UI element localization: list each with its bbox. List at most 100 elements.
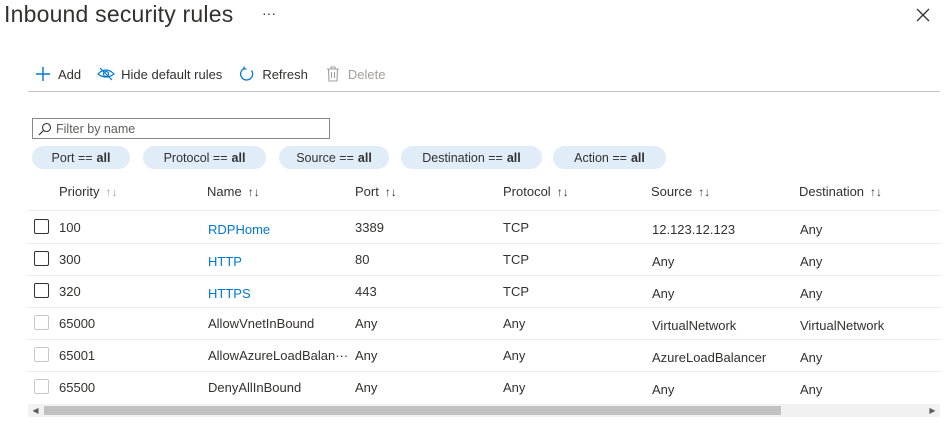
cell-name[interactable]: RDPHome (208, 222, 270, 237)
column-header-destination[interactable]: Destination ↑↓ (799, 184, 882, 199)
cell-port: 443 (355, 284, 377, 299)
sort-icon: ↑↓ (870, 184, 883, 199)
cell-protocol: Any (503, 348, 526, 363)
pill-port[interactable]: Port == all (32, 146, 130, 169)
pill-source-label: Source == (296, 150, 354, 165)
column-header-name[interactable]: Name ↑↓ (207, 184, 260, 199)
row-checkbox[interactable] (34, 251, 49, 266)
pill-action-value: all (630, 150, 645, 165)
column-header-port[interactable]: Port ↑↓ (355, 184, 397, 199)
column-header-port-label: Port (355, 184, 379, 199)
pill-protocol-value: all (231, 150, 246, 165)
delete-label: Delete (347, 66, 386, 82)
column-header-priority[interactable]: Priority ↑↓ (59, 184, 117, 199)
cell-protocol: TCP (503, 220, 529, 235)
cell-destination: Any (800, 350, 823, 365)
row-checkbox (34, 379, 49, 394)
cell-port: 3389 (355, 220, 384, 235)
cell-source: Any (652, 382, 675, 397)
pill-source[interactable]: Source == all (279, 146, 389, 169)
pill-action[interactable]: Action == all (553, 146, 666, 169)
row-checkbox (34, 347, 49, 362)
row-checkbox (34, 315, 49, 330)
add-button[interactable]: Add (34, 65, 81, 83)
refresh-button[interactable]: Refresh (238, 65, 308, 83)
pill-port-value: all (96, 150, 111, 165)
pill-protocol-label: Protocol == (163, 150, 228, 165)
scrollbar-thumb[interactable] (44, 406, 781, 415)
scroll-left-icon[interactable]: ◀ (31, 406, 40, 415)
cell-source: 12.123.12.123 (652, 222, 736, 237)
column-header-protocol-label: Protocol (503, 184, 551, 199)
row-divider (28, 339, 940, 340)
cell-destination: VirtualNetwork (800, 318, 885, 333)
sort-icon: ↑↓ (384, 184, 397, 199)
column-header-destination-label: Destination (799, 184, 865, 199)
row-checkbox[interactable] (34, 219, 49, 234)
cell-destination: Any (800, 382, 823, 397)
row-checkbox[interactable] (34, 283, 49, 298)
plus-icon (34, 65, 52, 83)
page-title: Inbound security rules (4, 1, 234, 27)
sort-icon: ↑↓ (247, 184, 260, 199)
cell-source: AzureLoadBalancer (652, 350, 767, 365)
scroll-right-icon[interactable]: ▶ (928, 406, 937, 415)
cell-protocol: Any (503, 316, 526, 331)
hide-default-rules-button[interactable]: Hide default rules (97, 65, 222, 83)
refresh-icon (238, 65, 256, 83)
pill-destination[interactable]: Destination == all (401, 146, 542, 169)
cell-destination: Any (800, 222, 823, 237)
cell-protocol: TCP (503, 252, 529, 267)
pill-protocol[interactable]: Protocol == all (143, 146, 266, 169)
cell-priority: 65500 (59, 380, 96, 395)
more-options-button[interactable]: ··· (262, 5, 276, 21)
cell-port: Any (355, 348, 378, 363)
delete-button[interactable]: Delete (324, 65, 386, 83)
eye-hide-icon (97, 65, 116, 83)
cell-protocol: TCP (503, 284, 529, 299)
cell-port: Any (355, 316, 378, 331)
cell-destination: Any (800, 286, 823, 301)
pill-source-value: all (357, 150, 372, 165)
cell-name: AllowAzureLoadBalan··· (208, 348, 349, 363)
column-header-source-label: Source (651, 184, 693, 199)
filter-box (32, 118, 330, 139)
row-divider (28, 371, 940, 372)
filter-by-name-input[interactable] (56, 121, 316, 136)
sort-icon: ↑↓ (105, 184, 118, 199)
row-divider (28, 275, 940, 276)
cell-name: AllowVnetInBound (208, 316, 315, 331)
pill-action-label: Action == (574, 150, 627, 165)
cell-port: Any (355, 380, 378, 395)
horizontal-scrollbar[interactable]: ◀ ▶ (28, 404, 940, 417)
cell-source: Any (652, 286, 675, 301)
column-header-protocol[interactable]: Protocol ↑↓ (503, 184, 569, 199)
pill-destination-value: all (506, 150, 521, 165)
add-label: Add (58, 66, 82, 82)
cell-protocol: Any (503, 380, 526, 395)
cell-priority: 65001 (59, 348, 96, 363)
column-header-source[interactable]: Source ↑↓ (651, 184, 710, 199)
pill-port-label: Port == (51, 150, 93, 165)
column-header-name-label: Name (207, 184, 242, 199)
cell-port: 80 (355, 252, 370, 267)
sort-icon: ↑↓ (698, 184, 711, 199)
row-divider (28, 243, 940, 244)
refresh-label: Refresh (262, 66, 308, 82)
search-icon (38, 122, 52, 136)
column-header-priority-label: Priority (59, 184, 100, 199)
command-bar: Add Hide default rules Refresh Delete (34, 64, 401, 84)
cell-destination: Any (800, 254, 823, 269)
header-divider (28, 210, 940, 211)
row-divider (28, 307, 940, 308)
cell-priority: 65000 (59, 316, 96, 331)
cell-name[interactable]: HTTPS (208, 286, 251, 301)
cell-source: Any (652, 254, 675, 269)
pill-destination-label: Destination == (422, 150, 503, 165)
close-icon[interactable] (914, 6, 932, 24)
hide-default-rules-label: Hide default rules (121, 66, 223, 82)
cell-priority: 320 (59, 284, 81, 299)
toolbar-divider (28, 91, 940, 92)
cell-source: VirtualNetwork (652, 318, 737, 333)
cell-name[interactable]: HTTP (208, 254, 242, 269)
